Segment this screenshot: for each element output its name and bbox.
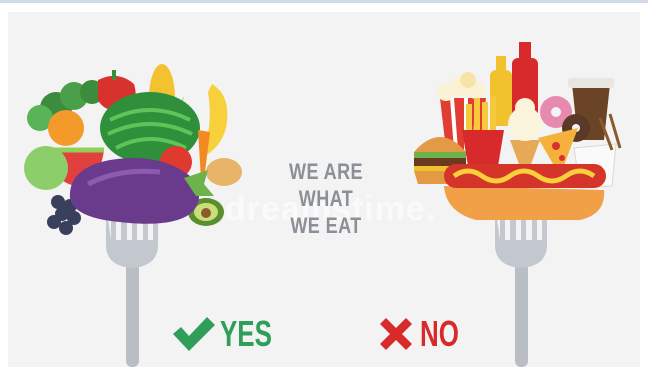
infographic: dreamstime. WE ARE WHAT WE EAT YES NO [0, 0, 648, 367]
yes-label: YES [220, 313, 272, 354]
cross-icon [380, 318, 412, 350]
no-label-group: NO [376, 312, 474, 356]
headline-line-2: WE EAT [290, 213, 362, 238]
yes-label-group: YES [170, 312, 292, 356]
checkmark-icon [173, 317, 215, 351]
headline-line-1: WE ARE WHAT [289, 159, 363, 211]
headline: WE ARE WHAT WE EAT [260, 158, 391, 239]
right-fork-icon [495, 205, 547, 367]
no-label: NO [420, 313, 459, 354]
